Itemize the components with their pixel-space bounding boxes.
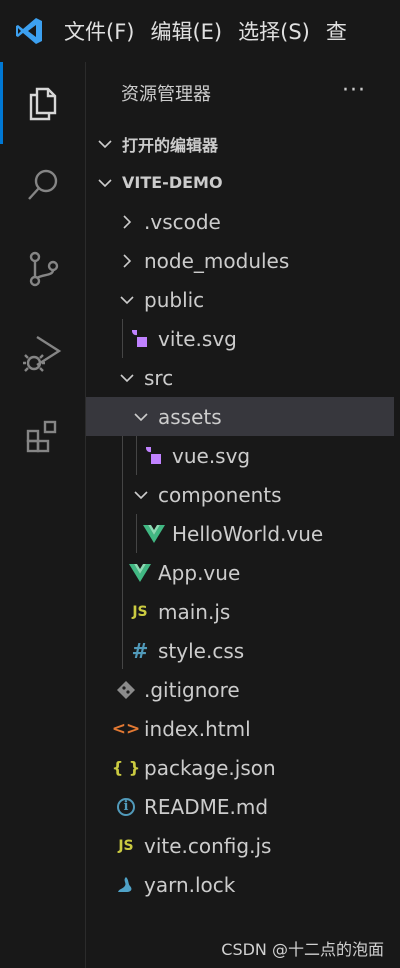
chevron-down-icon: [130, 484, 152, 506]
tree-label: src: [144, 365, 174, 390]
tree-label: .vscode: [144, 209, 221, 234]
info-icon: i: [117, 797, 135, 816]
svg-file-icon: [142, 444, 166, 468]
tree-file-style-css[interactable]: # style.css: [86, 631, 394, 670]
explorer-title: 资源管理器: [121, 84, 211, 105]
section-project[interactable]: VITE-DEMO: [86, 163, 394, 202]
tree-file-main-js[interactable]: JS main.js: [86, 592, 394, 631]
html-file-icon: <>: [111, 718, 141, 739]
tree-file-app-vue[interactable]: App.vue: [86, 553, 394, 592]
tree-label: README.md: [144, 794, 269, 819]
chevron-down-icon: [116, 367, 138, 389]
tree-file-vue-svg[interactable]: vue.svg: [86, 436, 394, 475]
section-label: 打开的编辑器: [122, 135, 219, 155]
tree-file-package-json[interactable]: { } package.json: [86, 748, 394, 787]
info-file-icon: i: [114, 795, 138, 819]
section-open-editors[interactable]: 打开的编辑器: [86, 124, 394, 163]
tree-file-vite-config-js[interactable]: JS vite.config.js: [86, 826, 394, 865]
extensions-icon[interactable]: [0, 396, 86, 478]
explorer-header: 资源管理器 ···: [86, 62, 400, 124]
tree-label: vue.svg: [172, 443, 251, 468]
tree-folder-node-modules[interactable]: node_modules: [86, 241, 394, 280]
tree-label: main.js: [158, 599, 231, 624]
search-icon[interactable]: [0, 144, 86, 226]
tree-folder-assets[interactable]: assets: [86, 397, 394, 436]
chevron-right-icon: [116, 250, 138, 272]
chevron-down-icon: [94, 133, 116, 155]
vscode-logo-icon: [0, 0, 58, 62]
tree-label: node_modules: [144, 248, 290, 273]
vue-file-icon: [128, 561, 152, 585]
tree-file-gitignore[interactable]: .gitignore: [86, 670, 394, 709]
chevron-down-icon: [94, 172, 116, 194]
js-file-icon: JS: [118, 837, 134, 854]
tree-folder-vscode[interactable]: .vscode: [86, 202, 394, 241]
menu-file[interactable]: 文件(F): [64, 16, 134, 46]
tree-label: yarn.lock: [144, 872, 236, 897]
tree-folder-components[interactable]: components: [86, 475, 394, 514]
tree-label: .gitignore: [144, 677, 240, 702]
tree-label: assets: [158, 404, 222, 429]
js-file-icon: JS: [132, 603, 148, 620]
yarn-file-icon: [114, 873, 138, 897]
tree-label: index.html: [144, 716, 251, 741]
tree-label: package.json: [144, 755, 276, 780]
tree-label: App.vue: [158, 560, 241, 585]
svg-file-icon: [128, 327, 152, 351]
tree-label: components: [158, 482, 282, 507]
tree-label: HelloWorld.vue: [172, 521, 324, 546]
vue-file-icon: [142, 522, 166, 546]
activity-bar: [0, 62, 86, 968]
tree-file-yarn-lock[interactable]: yarn.lock: [86, 865, 394, 904]
explorer-icon[interactable]: [0, 62, 86, 144]
title-bar: 文件(F) 编辑(E) 选择(S) 查: [0, 0, 400, 62]
watermark: CSDN @十二点的泡面: [221, 940, 384, 959]
menu-selection[interactable]: 选择(S): [238, 16, 310, 46]
chevron-down-icon: [130, 406, 152, 428]
tree-label: vite.svg: [158, 326, 237, 351]
explorer-sidebar: 资源管理器 ··· 打开的编辑器 VITE-DEMO .vscode node_…: [86, 62, 400, 968]
tree-label: vite.config.js: [144, 833, 272, 858]
chevron-down-icon: [116, 289, 138, 311]
tree-folder-public[interactable]: public: [86, 280, 394, 319]
tree-file-index-html[interactable]: <> index.html: [86, 709, 394, 748]
menu-view[interactable]: 查: [326, 16, 347, 46]
chevron-right-icon: [116, 211, 138, 233]
tree-label: public: [144, 287, 205, 312]
tree-folder-src[interactable]: src: [86, 358, 394, 397]
more-actions-button[interactable]: ···: [342, 78, 366, 103]
json-file-icon: { }: [111, 758, 141, 777]
css-file-icon: #: [131, 638, 149, 663]
tree-file-vite-svg[interactable]: vite.svg: [86, 319, 394, 358]
tree-file-readme-md[interactable]: i README.md: [86, 787, 394, 826]
run-debug-icon[interactable]: [0, 312, 86, 394]
tree-file-helloworld-vue[interactable]: HelloWorld.vue: [86, 514, 394, 553]
section-label: VITE-DEMO: [122, 173, 223, 192]
git-file-icon: [114, 678, 138, 702]
menu-edit[interactable]: 编辑(E): [150, 16, 222, 46]
source-control-icon[interactable]: [0, 228, 86, 310]
tree-label: style.css: [158, 638, 245, 663]
